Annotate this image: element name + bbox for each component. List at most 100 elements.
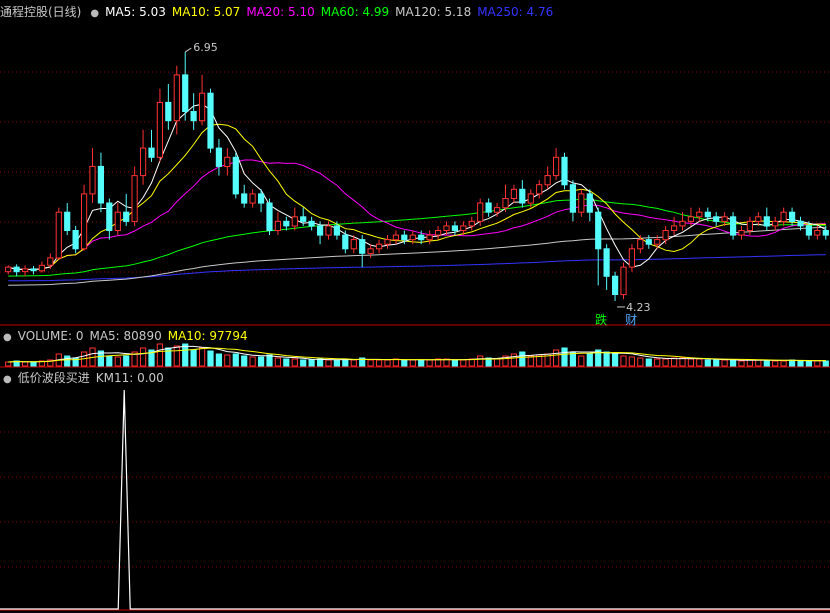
- candle-body: [637, 239, 644, 250]
- volume-bar: [376, 359, 383, 367]
- volume-bar: [746, 359, 753, 367]
- candle: [603, 244, 610, 290]
- candle-body: [468, 220, 475, 227]
- volume-bar: [258, 356, 265, 367]
- volume-bar: [283, 358, 290, 367]
- candle: [232, 152, 239, 199]
- candle: [451, 221, 458, 236]
- candle: [426, 230, 433, 245]
- candle: [182, 52, 189, 121]
- volume-bar: [586, 353, 593, 367]
- candle: [578, 189, 585, 217]
- volume-bar: [199, 347, 206, 367]
- candle: [612, 271, 619, 301]
- panel-toggle-icon[interactable]: ●: [90, 5, 99, 23]
- volume-bar: [645, 358, 652, 367]
- candle: [544, 166, 551, 190]
- candle: [671, 216, 678, 236]
- candle-body: [333, 225, 340, 236]
- candle: [822, 225, 829, 240]
- candle-body: [258, 193, 265, 204]
- candle-body: [435, 230, 442, 236]
- candle-body: [451, 225, 458, 231]
- candle: [266, 198, 273, 236]
- candle-body: [173, 74, 180, 122]
- candle: [64, 203, 71, 236]
- candle: [89, 148, 96, 204]
- candle-body: [283, 220, 290, 227]
- candle: [561, 152, 568, 190]
- volume-bar: [772, 360, 779, 367]
- volume-bar: [64, 355, 71, 367]
- volume-bar: [603, 351, 610, 367]
- candle-body: [156, 101, 164, 158]
- candle-body: [300, 216, 307, 222]
- volume-bar: [308, 359, 315, 367]
- candle: [97, 152, 105, 213]
- candle: [224, 148, 231, 176]
- candle-body: [114, 211, 121, 231]
- candle: [283, 216, 290, 231]
- volume-bar: [140, 347, 147, 367]
- volume-bar: [266, 354, 273, 367]
- panel-toggle-icon[interactable]: ●: [3, 329, 12, 347]
- candle: [72, 225, 79, 254]
- volume-bar: [333, 359, 340, 367]
- volume-bar: [671, 357, 678, 367]
- volume-bar: [5, 361, 12, 367]
- candle-body: [527, 193, 534, 204]
- candle-body: [5, 266, 12, 273]
- candle: [308, 216, 315, 231]
- candle-body: [772, 220, 779, 227]
- candle-body: [797, 220, 804, 227]
- candle: [55, 207, 62, 260]
- candle: [553, 148, 560, 181]
- volume-bar: [612, 353, 619, 367]
- candle: [435, 225, 442, 240]
- volume-bar: [350, 359, 357, 367]
- candle: [38, 261, 45, 273]
- volume-bar: [317, 358, 324, 367]
- candle-body: [679, 220, 686, 227]
- candle: [780, 207, 787, 226]
- volume-bar: [190, 349, 197, 367]
- candle: [738, 225, 745, 240]
- candle: [215, 138, 223, 176]
- candle-body: [553, 156, 560, 177]
- candle: [367, 244, 374, 258]
- candle-body: [97, 165, 105, 204]
- volume-bar: [232, 353, 239, 367]
- candle-body: [620, 266, 627, 296]
- candle-body: [359, 239, 366, 254]
- volume-bar: [392, 358, 399, 367]
- volume-bar: [173, 345, 180, 367]
- candle: [477, 198, 484, 226]
- candle: [131, 166, 138, 226]
- indicator-panel-header: ● 低价波段买进 KM11: 0.00: [0, 369, 830, 387]
- volume-bar: [637, 357, 644, 367]
- volume-bar: [451, 359, 458, 367]
- panel-toggle-icon[interactable]: ●: [3, 371, 12, 389]
- high-price-label: 6.95: [193, 41, 218, 54]
- candle-body: [713, 216, 720, 222]
- signal-tag-right: 财: [625, 313, 637, 327]
- high-pointer: [184, 47, 192, 53]
- volume-bar: [620, 355, 627, 367]
- volume-bar: [241, 355, 248, 367]
- volume-bar: [696, 358, 703, 367]
- volume-bar: [291, 358, 298, 367]
- volume-bar: [805, 360, 812, 367]
- volume-ma10-line: [8, 347, 826, 363]
- candle-body: [780, 211, 787, 222]
- volume-bar: [106, 355, 113, 367]
- candle-body: [291, 216, 298, 227]
- ma10-line: [8, 123, 826, 271]
- candle-body: [350, 239, 357, 250]
- candle-body: [232, 156, 239, 195]
- candle: [595, 207, 602, 286]
- volume-bar: [713, 359, 720, 367]
- candle: [392, 230, 399, 245]
- candle: [30, 266, 37, 275]
- candle: [325, 221, 332, 240]
- candle: [342, 230, 349, 254]
